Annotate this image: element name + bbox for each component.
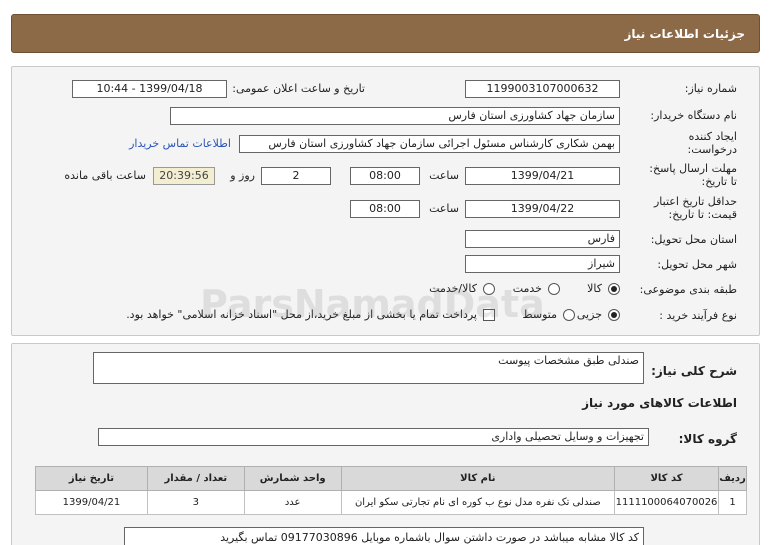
category-service-radio[interactable]	[548, 283, 560, 295]
table-row[interactable]: 1 1111100064070026 صندلی تک نفره مدل نوع…	[35, 490, 747, 515]
validity-label-1: حداقل تاریخ اعتبار	[653, 195, 737, 208]
category-goods-service-radio[interactable]	[483, 283, 495, 295]
col-row: ردیف	[718, 466, 747, 491]
announce-label: تاریخ و ساعت اعلان عمومی:	[232, 82, 365, 95]
city-label: شهر محل تحویل:	[657, 258, 737, 271]
category-goods-radio[interactable]	[608, 283, 620, 295]
note-field[interactable]: کد کالا مشابه میباشد در صورت داشتن سوال …	[124, 527, 644, 545]
purchase-minor-radio[interactable]	[608, 309, 620, 321]
cell-row: 1	[718, 490, 747, 515]
days-label: روز و	[230, 169, 255, 182]
days-field[interactable]: 2	[261, 167, 331, 185]
general-desc-label: شرح کلی نیاز:	[651, 364, 737, 378]
cell-need-date: 1399/04/21	[35, 490, 148, 515]
cell-code: 1111100064070026	[614, 490, 720, 515]
cell-quantity: 3	[146, 490, 245, 515]
col-unit: واحد شمارش	[243, 466, 342, 491]
need-info-panel: شماره نیاز: 1199003107000632 تاریخ و ساع…	[11, 66, 760, 336]
province-label: استان محل تحویل:	[650, 233, 737, 246]
treasury-checkbox[interactable]	[483, 309, 495, 321]
need-number-field[interactable]: 1199003107000632	[465, 80, 620, 98]
creator-label-2: درخواست:	[687, 143, 737, 156]
send-date-field[interactable]: 1399/04/21	[465, 167, 620, 185]
purchase-type-label: نوع فرآیند خرید :	[659, 309, 737, 322]
city-field[interactable]: شیراز	[465, 255, 620, 273]
need-number-label: شماره نیاز:	[684, 82, 737, 95]
category-service-label: خدمت	[512, 282, 542, 295]
validity-time-field[interactable]: 08:00	[350, 200, 420, 218]
goods-group-field[interactable]: تجهیزات و وسایل تحصیلی واداری	[98, 428, 649, 446]
col-quantity: تعداد / مقدار	[146, 466, 245, 491]
validity-time-label: ساعت	[429, 202, 459, 215]
remaining-time-label: ساعت باقی مانده	[64, 169, 146, 182]
general-desc-field[interactable]: صندلی طبق مشخصات پیوست	[93, 352, 644, 384]
goods-table-header: ردیف کد کالا نام کالا واحد شمارش تعداد /…	[35, 466, 747, 491]
send-deadline-label-1: مهلت ارسال پاسخ:	[649, 162, 737, 175]
category-goods-service-label: کالا/خدمت	[429, 282, 477, 295]
send-deadline-label-2: تا تاریخ:	[701, 175, 737, 188]
validity-date-field[interactable]: 1399/04/22	[465, 200, 620, 218]
contact-info-link[interactable]: اطلاعات تماس خریدار	[129, 137, 231, 150]
cell-name: صندلی تک نفره مدل نوع ب کوره ای نام تجار…	[340, 490, 616, 515]
goods-info-title: اطلاعات کالاهای مورد نیاز	[582, 396, 737, 410]
category-goods-label: کالا	[587, 282, 602, 295]
col-name: نام کالا	[340, 466, 616, 491]
purchase-medium-label: متوسط	[522, 308, 557, 321]
page-header: جزئیات اطلاعات نیاز	[11, 14, 760, 53]
col-need-date: تاریخ نیاز	[35, 466, 148, 491]
announce-field[interactable]: 1399/04/18 - 10:44	[72, 80, 227, 98]
buyer-org-label: نام دستگاه خریدار:	[650, 109, 737, 122]
province-field[interactable]: فارس	[465, 230, 620, 248]
treasury-note: پرداخت تمام یا بخشی از مبلغ خرید،از محل …	[126, 308, 477, 321]
need-details-panel: شرح کلی نیاز: صندلی طبق مشخصات پیوست اطل…	[11, 343, 760, 545]
purchase-medium-radio[interactable]	[563, 309, 575, 321]
goods-table: ردیف کد کالا نام کالا واحد شمارش تعداد /…	[35, 466, 747, 515]
send-time-label: ساعت	[429, 169, 459, 182]
creator-field[interactable]: بهمن شکاری کارشناس مسئول اجرائی سازمان ج…	[239, 135, 620, 153]
buyer-org-field[interactable]: سازمان جهاد کشاورزی استان فارس	[170, 107, 620, 125]
goods-group-label: گروه کالا:	[678, 432, 737, 446]
col-code: کد کالا	[614, 466, 720, 491]
validity-label-2: قیمت: تا تاریخ:	[668, 208, 737, 221]
cell-unit: عدد	[243, 490, 342, 515]
remaining-time-field: 20:39:56	[153, 167, 215, 185]
purchase-minor-label: جزیی	[576, 308, 602, 321]
page-title: جزئیات اطلاعات نیاز	[624, 27, 745, 41]
creator-label-1: ایجاد کننده	[688, 130, 737, 143]
category-label: طبقه بندی موضوعی:	[639, 283, 737, 296]
send-time-field[interactable]: 08:00	[350, 167, 420, 185]
